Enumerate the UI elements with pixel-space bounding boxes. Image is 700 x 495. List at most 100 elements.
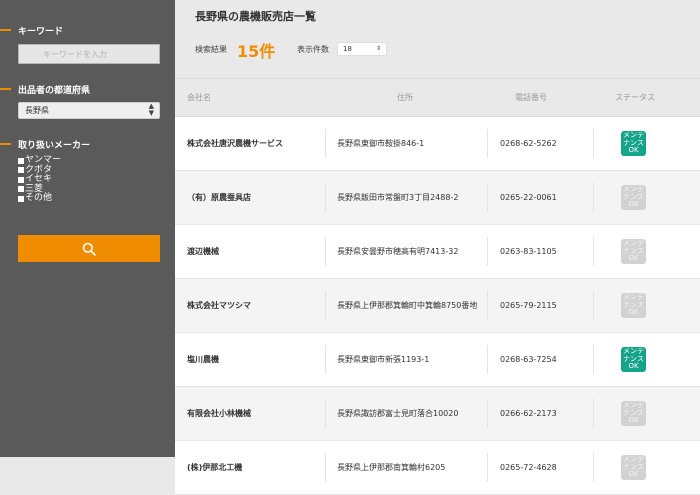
table-row[interactable]: 塩川農機 長野県東御市新張1193-1 0268-63-7254 メンテナンスOK <box>175 333 700 387</box>
column-divider <box>593 399 594 428</box>
address: 長野県飯田市常盤町3丁目2488-2 <box>337 171 487 224</box>
column-divider <box>325 237 326 266</box>
address: 長野県東御市鞍掛846-1 <box>337 117 487 170</box>
prefecture-title-text: 出品者の都道府県 <box>18 86 91 96</box>
column-divider <box>487 345 488 374</box>
checkbox-icon[interactable] <box>18 157 24 164</box>
search-icon <box>82 242 96 256</box>
table-body: 株式会社唐沢農機サービス 長野県東御市鞍掛846-1 0268-62-5262 メンテ… <box>175 117 700 495</box>
column-divider <box>325 129 326 158</box>
keyword-input[interactable] <box>18 44 160 64</box>
prefecture-select[interactable]: 長野県 ▲ ▼ <box>18 102 160 119</box>
address-text: 長野県安曇野市穂高有明7413-32 <box>337 246 459 256</box>
column-divider <box>487 183 488 212</box>
dealer-table: 会社名 住所 電話番号 ステータス 株式会社唐沢農機サービス 長野県東御市鞍掛84… <box>175 78 700 495</box>
header-address: 住所 <box>397 93 413 102</box>
keyword-section-title: キーワード <box>0 24 64 37</box>
maintenance-status-badge: メンテナンスOK <box>621 239 646 264</box>
address: 長野県安曇野市穂高有明7413-32 <box>337 225 487 278</box>
select-arrows-icon: ⇕ <box>375 45 381 52</box>
maker-title-text: 取り扱いメーカー <box>18 141 91 151</box>
result-count: 15件 <box>237 42 276 61</box>
address-text: 長野県諏訪郡富士見町落合10020 <box>337 408 459 418</box>
status-text: メンテナンスOK <box>623 293 644 317</box>
maintenance-status-badge: メンテナンスOK <box>621 185 646 210</box>
maker-section-title: 取り扱いメーカー <box>0 138 91 151</box>
prefecture-section-title: 出品者の都道府県 <box>0 83 91 96</box>
select-arrows-icon: ▲ ▼ <box>148 102 154 117</box>
address-text: 長野県飯田市常盤町3丁目2488-2 <box>337 192 459 202</box>
phone-number: 0266-62-2173 <box>500 409 557 418</box>
table-row[interactable]: 株式会社マツシマ 長野県上伊那郡箕輪町中箕輪8750番地 0265-79-2115 メ… <box>175 279 700 333</box>
table-row[interactable]: 有限会社小林機械 長野県諏訪郡富士見町落合10020 0266-62-2173 メンテ… <box>175 387 700 441</box>
address-text: 長野県東御市鞍掛846-1 <box>337 138 425 148</box>
company-name[interactable]: (株)伊那北工機 <box>187 441 242 494</box>
header-company: 会社名 <box>187 93 211 102</box>
page-title: 長野県の農機販売店一覧 <box>195 10 316 23</box>
checkbox-icon[interactable] <box>18 167 24 174</box>
section-accent-bar <box>0 29 11 31</box>
maintenance-status-badge: メンテナンスOK <box>621 347 646 372</box>
display-count-value: 18 <box>343 45 352 53</box>
table-row[interactable]: 株式会社唐沢農機サービス 長野県東御市鞍掛846-1 0268-62-5262 メンテ… <box>175 117 700 171</box>
company-name[interactable]: 有限会社小林機械 <box>187 387 251 440</box>
prefecture-selected-value: 長野県 <box>25 106 49 115</box>
table-row[interactable]: 渡辺機械 長野県安曇野市穂高有明7413-32 0263-83-1105 メンテナンス… <box>175 225 700 279</box>
column-divider <box>325 345 326 374</box>
sidebar: キーワード 出品者の都道府県 長野県 ▲▼ 取り扱いメーカー ヤンマー クボタ … <box>0 0 175 457</box>
column-divider <box>325 453 326 482</box>
address: 長野県東御市新張1193-1 <box>337 333 487 386</box>
display-count-select[interactable]: 18 ⇕ <box>337 42 387 56</box>
search-button[interactable] <box>18 235 160 262</box>
phone-number: 0268-62-5262 <box>500 139 557 148</box>
address: 長野県上伊那郡箕輪町中箕輪8750番地 <box>337 279 487 332</box>
address: 長野県諏訪郡富士見町落合10020 <box>337 387 487 440</box>
address-text: 長野県上伊那郡南箕輪村6205 <box>337 462 446 472</box>
phone-number: 0265-79-2115 <box>500 301 557 310</box>
maintenance-status-badge: メンテナンスOK <box>621 401 646 426</box>
keyword-title-text: キーワード <box>18 27 64 37</box>
maker-checkbox-list: ヤンマー クボタ イセキ 三菱 その他 <box>18 155 61 204</box>
status-text: メンテナンスOK <box>623 131 644 155</box>
column-divider <box>487 291 488 320</box>
maker-checkbox-other[interactable]: その他 <box>18 193 61 204</box>
section-accent-bar <box>0 88 11 90</box>
result-label: 検索結果 <box>195 45 227 54</box>
status-text: メンテナンスOK <box>623 239 644 263</box>
status-text: メンテナンスOK <box>623 455 644 479</box>
status-text: メンテナンスOK <box>623 347 644 371</box>
phone-number: 0268-63-7254 <box>500 355 557 364</box>
maintenance-status-badge: メンテナンスOK <box>621 293 646 318</box>
column-divider <box>593 237 594 266</box>
company-name[interactable]: 渡辺機械 <box>187 225 219 278</box>
company-name[interactable]: 株式会社唐沢農機サービス <box>187 117 283 170</box>
company-name[interactable]: 株式会社マツシマ <box>187 279 251 332</box>
table-row[interactable]: （有）原農蚕具店 長野県飯田市常盤町3丁目2488-2 0265-22-0061 メン… <box>175 171 700 225</box>
column-divider <box>487 129 488 158</box>
table-header: 会社名 住所 電話番号 ステータス <box>175 78 700 117</box>
address: 長野県上伊那郡南箕輪村6205 <box>337 441 487 494</box>
display-count-label: 表示件数 <box>297 45 329 54</box>
maintenance-status-badge: メンテナンスOK <box>621 131 646 156</box>
column-divider <box>487 399 488 428</box>
column-divider <box>487 237 488 266</box>
status-text: メンテナンスOK <box>623 185 644 209</box>
table-row[interactable]: (株)伊那北工機 長野県上伊那郡南箕輪村6205 0265-72-4628 メンテナン… <box>175 441 700 495</box>
section-accent-bar <box>0 143 11 145</box>
phone-number: 0265-22-0061 <box>500 193 557 202</box>
column-divider <box>593 129 594 158</box>
address-text: 長野県上伊那郡箕輪町中箕輪8750番地 <box>337 300 478 310</box>
column-divider <box>593 291 594 320</box>
header-phone: 電話番号 <box>515 93 547 102</box>
column-divider <box>325 183 326 212</box>
column-divider <box>325 399 326 428</box>
column-divider <box>325 291 326 320</box>
phone-number: 0265-72-4628 <box>500 463 557 472</box>
status-text: メンテナンスOK <box>623 401 644 425</box>
company-name[interactable]: 塩川農機 <box>187 333 219 386</box>
checkbox-icon[interactable] <box>18 195 24 202</box>
checkbox-icon[interactable] <box>18 176 24 183</box>
checkbox-icon[interactable] <box>18 186 24 193</box>
phone-number: 0263-83-1105 <box>500 247 557 256</box>
company-name[interactable]: （有）原農蚕具店 <box>187 171 251 224</box>
